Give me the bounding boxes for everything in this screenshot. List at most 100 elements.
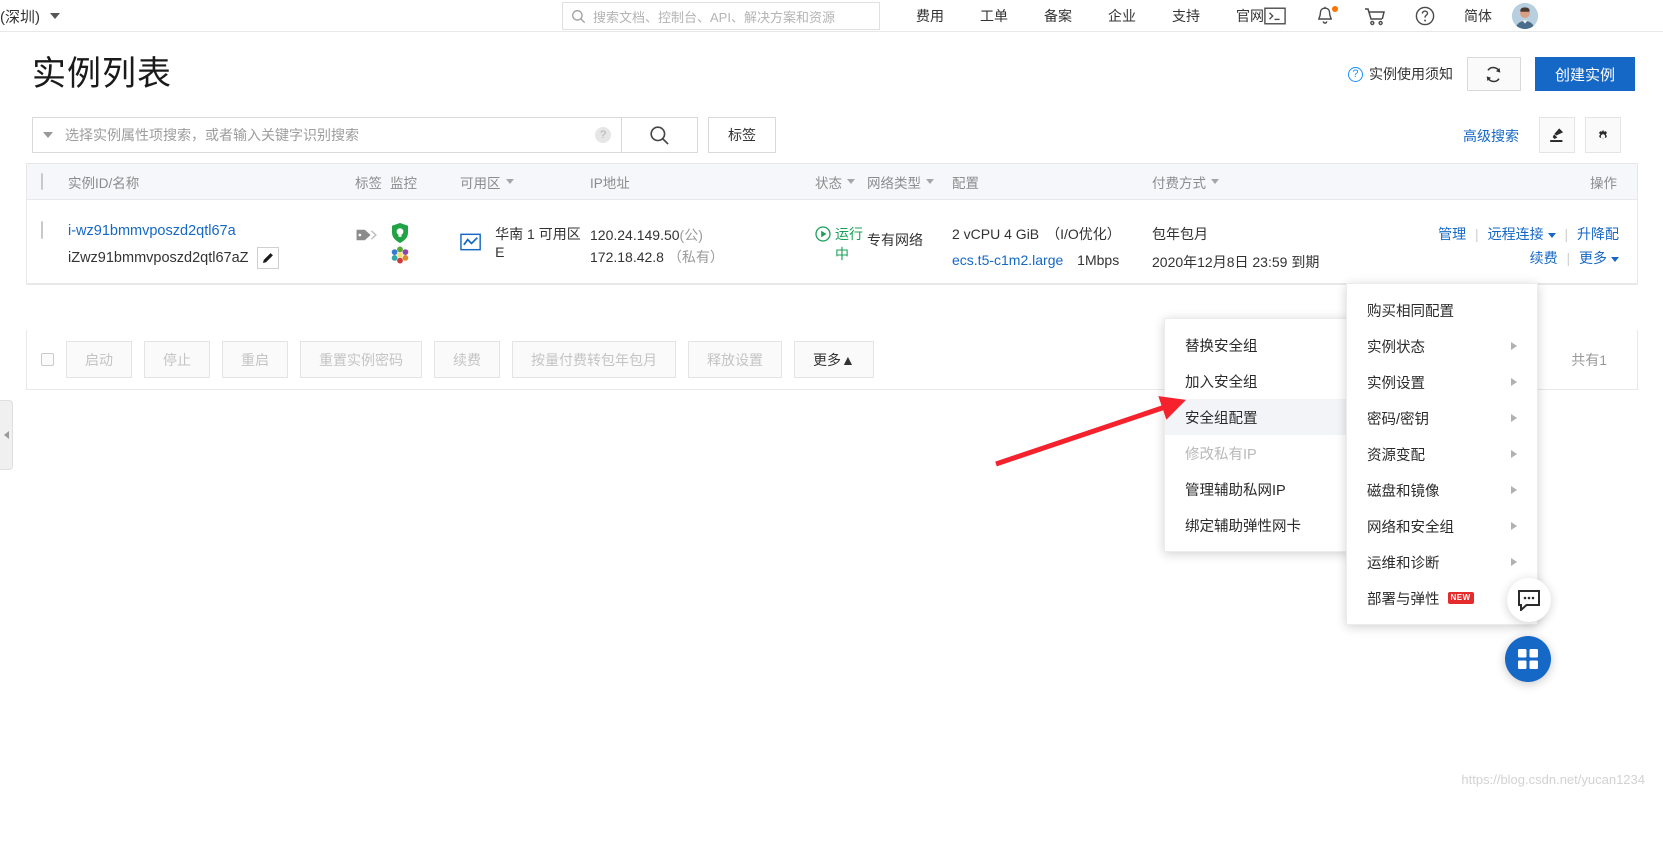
- release-settings-button[interactable]: 释放设置: [688, 341, 782, 378]
- instance-id-link[interactable]: i-wz91bmmvposzd2qtl67a: [68, 223, 236, 239]
- bell-icon[interactable]: [1300, 0, 1350, 32]
- page-title: 实例列表: [32, 55, 172, 93]
- region-label: (深圳): [0, 8, 40, 26]
- search-submit-button[interactable]: [622, 117, 698, 153]
- menu-item-instance-settings[interactable]: 实例设置: [1347, 364, 1537, 400]
- global-search-placeholder: 搜索文档、控制台、API、解决方案和资源: [593, 9, 835, 25]
- pay-expire-label: 2020年12月8日 23:59 到期: [1152, 254, 1320, 270]
- renew-button[interactable]: 续费: [434, 341, 500, 378]
- terminal-icon[interactable]: [1250, 0, 1300, 32]
- column-header-pay-type[interactable]: 付费方式: [1152, 172, 1427, 192]
- menu-item-instance-status[interactable]: 实例状态: [1347, 328, 1537, 364]
- select-all-checkbox[interactable]: [41, 173, 68, 190]
- more-actions-button[interactable]: 更多▲: [794, 341, 874, 378]
- config-detail-line: ecs.t5-c1m2.large 1Mbps: [952, 252, 1152, 268]
- search-icon: [650, 125, 669, 145]
- edit-name-button[interactable]: [256, 247, 279, 269]
- nav-link-tickets[interactable]: 工单: [962, 0, 1026, 32]
- annotation-arrow: [995, 396, 1187, 467]
- separator: |: [1566, 250, 1571, 266]
- security-shield-icon[interactable]: [390, 222, 410, 244]
- cart-icon[interactable]: [1350, 0, 1400, 32]
- menu-item-modify-private-ip: 修改私有IP: [1185, 446, 1257, 463]
- ip-cell: 120.24.149.50(公) 172.18.42.8 （私有）: [590, 222, 815, 268]
- column-header-operations: 操作: [1590, 175, 1617, 191]
- tag-filter-button[interactable]: 标签: [708, 117, 776, 153]
- cloud-assistant-icon[interactable]: [390, 246, 410, 264]
- chevron-down-icon[interactable]: [43, 132, 53, 138]
- restart-button[interactable]: 重启: [222, 341, 288, 378]
- more-link[interactable]: 更多: [1579, 250, 1607, 266]
- nav-link-support[interactable]: 支持: [1154, 0, 1218, 32]
- refresh-button[interactable]: [1466, 57, 1521, 91]
- gear-icon[interactable]: [1585, 117, 1621, 153]
- remote-connect-link[interactable]: 远程连接: [1488, 226, 1544, 242]
- instance-type-link[interactable]: ecs.t5-c1m2.large: [952, 252, 1063, 268]
- menu-item-security-group-config[interactable]: 安全组配置: [1165, 399, 1349, 435]
- total-count-label: 共有1: [1571, 351, 1607, 368]
- pencil-icon: [263, 252, 273, 263]
- nav-link-icp[interactable]: 备案: [1026, 0, 1090, 32]
- advanced-search-link[interactable]: 高级搜索: [1463, 126, 1519, 146]
- convert-to-subscription-button[interactable]: 按量付费转包年包月: [512, 341, 676, 378]
- instance-search-input[interactable]: 选择实例属性项搜索，或者输入关键字识别搜索 ?: [32, 117, 622, 153]
- pay-type-label: 包年包月: [1152, 226, 1208, 242]
- monitor-cell: [390, 222, 460, 264]
- tag-cell: [355, 222, 390, 247]
- ip-private-line: 172.18.42.8 （私有）: [590, 246, 815, 268]
- separator: |: [1475, 226, 1479, 242]
- reset-password-button[interactable]: 重置实例密码: [300, 341, 422, 378]
- chevron-down-icon: [50, 13, 60, 19]
- table-header-row: 实例ID/名称 标签 监控 可用区 IP地址 状态 网络类型 配置 付费方式 操…: [27, 164, 1637, 200]
- renew-link[interactable]: 续费: [1530, 250, 1558, 266]
- sidebar-expand-handle[interactable]: [0, 400, 13, 470]
- ip-public-address: 120.24.149.50: [590, 227, 680, 243]
- chat-bubble-icon: [1518, 590, 1540, 611]
- menu-item-replace-security-group[interactable]: 替换安全组: [1165, 327, 1349, 363]
- monitor-chart-icon[interactable]: [460, 233, 481, 251]
- column-header-zone[interactable]: 可用区: [460, 172, 590, 192]
- nav-link-fees[interactable]: 费用: [898, 0, 962, 32]
- region-selector[interactable]: (深圳): [0, 0, 60, 32]
- help-icon[interactable]: [1400, 0, 1450, 32]
- language-switch[interactable]: 简体: [1450, 0, 1506, 32]
- tag-icon[interactable]: [355, 226, 377, 244]
- apps-launcher-button[interactable]: [1505, 636, 1551, 682]
- menu-item-network-and-security-group[interactable]: 网络和安全组: [1347, 508, 1537, 544]
- instance-notice-link[interactable]: ? 实例使用须知: [1347, 64, 1453, 84]
- column-header-status[interactable]: 状态: [815, 172, 867, 192]
- menu-item-password-key[interactable]: 密码/密钥: [1347, 400, 1537, 436]
- global-search-input[interactable]: 搜索文档、控制台、API、解决方案和资源: [562, 2, 880, 30]
- search-help-icon[interactable]: ?: [595, 127, 611, 143]
- menu-item-ops-and-diagnosis[interactable]: 运维和诊断: [1347, 544, 1537, 580]
- chevron-right-icon: [3, 431, 9, 439]
- avatar[interactable]: [1512, 3, 1538, 29]
- chevron-right-icon: [1511, 486, 1517, 494]
- chevron-right-icon: [1511, 522, 1517, 530]
- create-instance-button[interactable]: 创建实例: [1534, 57, 1635, 91]
- start-button[interactable]: 启动: [66, 341, 132, 378]
- upgrade-downgrade-link[interactable]: 升降配: [1577, 226, 1619, 242]
- menu-item-join-security-group[interactable]: 加入安全组: [1165, 363, 1349, 399]
- status-cell: 运行中: [815, 222, 867, 264]
- chat-support-button[interactable]: [1507, 578, 1551, 622]
- stop-button[interactable]: 停止: [144, 341, 210, 378]
- menu-item-buy-same-config[interactable]: 购买相同配置: [1347, 292, 1537, 328]
- chevron-down-icon[interactable]: [1547, 232, 1556, 238]
- network-type-cell: 专有网络: [867, 232, 923, 248]
- row-checkbox[interactable]: [41, 221, 68, 239]
- nav-link-enterprise[interactable]: 企业: [1090, 0, 1154, 32]
- instance-name-label: iZwz91bmmvposzd2qtl67aZ: [68, 250, 249, 266]
- menu-item-manage-secondary-private-ip[interactable]: 管理辅助私网IP: [1165, 471, 1349, 507]
- chevron-down-icon[interactable]: [1611, 256, 1619, 262]
- sort-caret-icon: [926, 179, 934, 184]
- menu-item-bind-secondary-eni[interactable]: 绑定辅助弹性网卡: [1165, 507, 1349, 543]
- column-header-network-type[interactable]: 网络类型: [867, 172, 952, 192]
- menu-item-disk-and-image[interactable]: 磁盘和镜像: [1347, 472, 1537, 508]
- batch-select-checkbox[interactable]: [41, 353, 54, 366]
- manage-link[interactable]: 管理: [1438, 226, 1466, 242]
- menu-item-resource-change[interactable]: 资源变配: [1347, 436, 1537, 472]
- export-icon[interactable]: [1539, 117, 1575, 153]
- column-header-ip: IP地址: [590, 175, 630, 191]
- ip-private-type: （私有）: [667, 249, 724, 265]
